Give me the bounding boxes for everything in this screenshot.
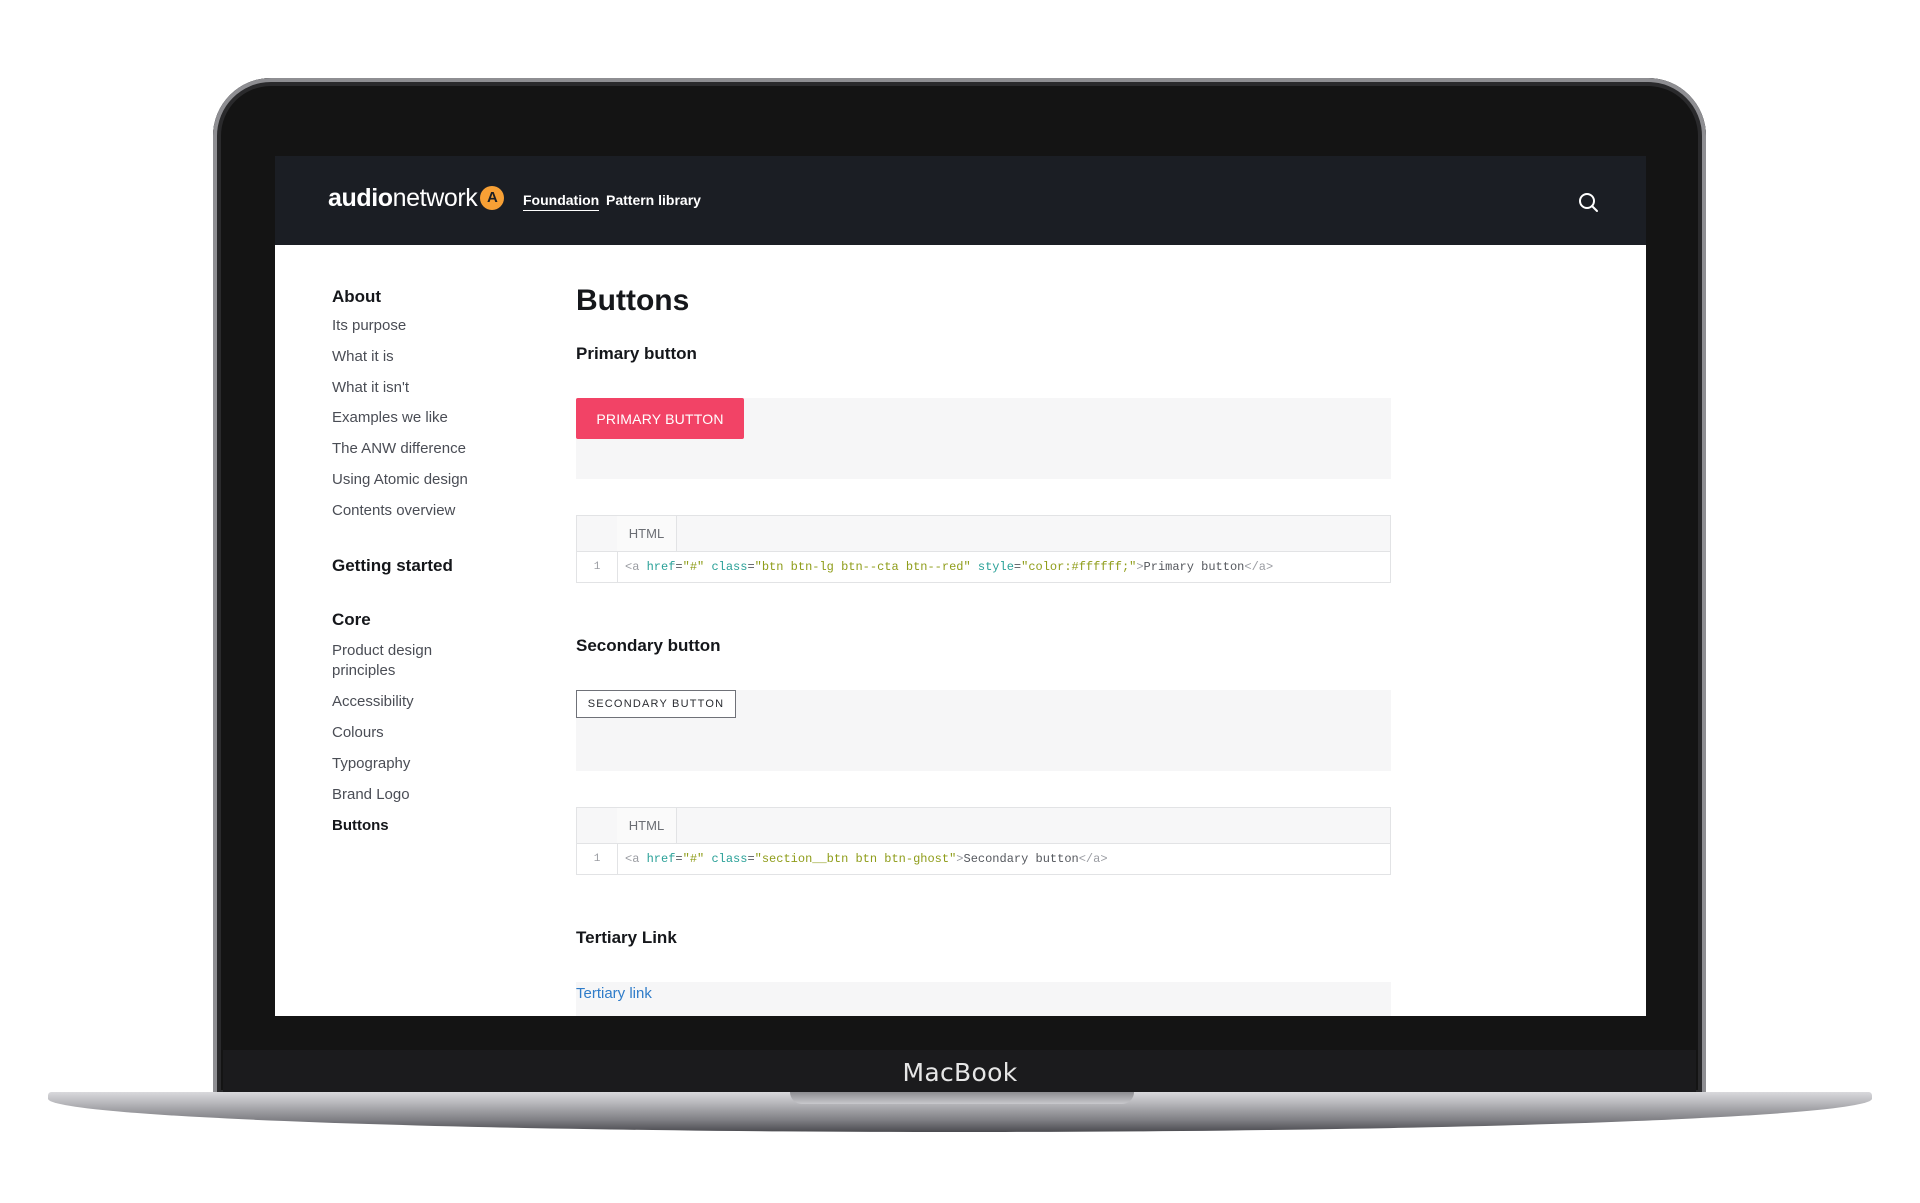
sidebar-item-anw-difference[interactable]: The ANW difference [332, 439, 466, 459]
screen: audio network A Foundation Pattern libra… [275, 156, 1646, 1016]
code-tab-html[interactable]: HTML [617, 516, 677, 551]
section-heading-secondary: Secondary button [576, 636, 721, 655]
code-source: <a href="#" class="btn btn-lg btn--cta b… [625, 552, 1273, 582]
code-token-val: "section__btn btn btn-ghost" [754, 852, 957, 866]
logo-mark-icon: A [480, 186, 505, 210]
sidebar-item-what-it-is[interactable]: What it is [332, 347, 394, 367]
line-number: 1 [577, 844, 618, 874]
code-tab-html[interactable]: HTML [617, 808, 677, 843]
code-line: 1 <a href="#" class="btn btn-lg btn--cta… [577, 552, 1390, 582]
search-button[interactable] [1576, 190, 1600, 214]
code-token-attr: href [646, 852, 676, 866]
page-title: Buttons [576, 284, 690, 317]
code-token-tag: > [956, 852, 964, 866]
sidebar-item-brand-logo[interactable]: Brand Logo [332, 785, 410, 805]
code-token-attr: href [646, 560, 676, 574]
sidebar-heading-getting-started[interactable]: Getting started [332, 556, 453, 576]
nav-pattern-library[interactable]: Pattern library [606, 192, 701, 208]
sidebar-item-contents-overview[interactable]: Contents overview [332, 501, 455, 521]
section-heading-tertiary: Tertiary Link [576, 928, 677, 947]
laptop-notch [790, 1092, 1134, 1104]
code-token-text: = [675, 560, 683, 574]
secondary-button[interactable]: SECONDARY BUTTON [576, 690, 736, 718]
code-token-text: = [675, 852, 683, 866]
code-token-val: "#" [682, 560, 712, 574]
device-label: MacBook [902, 1058, 1018, 1087]
sidebar-item-typography[interactable]: Typography [332, 754, 410, 774]
sidebar-item-atomic-design[interactable]: Using Atomic design [332, 470, 468, 490]
code-tab-bar: HTML [577, 516, 1390, 552]
code-token-tag: <a [625, 852, 647, 866]
code-token-attr: class [711, 560, 748, 574]
secondary-button-demo: SECONDARY BUTTON [576, 690, 1391, 771]
code-tab-bar: HTML [577, 808, 1390, 844]
code-token-attr: style [977, 560, 1014, 574]
sidebar-heading-about[interactable]: About [332, 287, 381, 307]
brand-logo[interactable]: audio network A [328, 178, 505, 218]
tertiary-link-demo: Tertiary link [576, 982, 1391, 1016]
code-token-text: Primary button [1143, 560, 1245, 574]
primary-button[interactable]: PRIMARY BUTTON [576, 398, 744, 439]
sidebar-item-examples[interactable]: Examples we like [332, 408, 448, 428]
primary-button-demo: PRIMARY BUTTON [576, 398, 1391, 479]
primary-code-block: HTML 1 <a href="#" class="btn btn-lg btn… [576, 515, 1391, 583]
search-icon [1579, 193, 1598, 212]
code-token-val: "btn btn-lg btn--cta btn--red" [754, 560, 978, 574]
code-token-tag: </a> [1078, 852, 1108, 866]
tertiary-link[interactable]: Tertiary link [576, 985, 652, 1002]
sidebar-item-buttons[interactable]: Buttons [332, 816, 389, 836]
section-heading-primary: Primary button [576, 344, 697, 363]
code-source: <a href="#" class="section__btn btn btn-… [625, 844, 1108, 874]
logo-text-audio: audio [328, 183, 393, 212]
code-line: 1 <a href="#" class="section__btn btn bt… [577, 844, 1390, 874]
code-token-tag: <a [625, 560, 647, 574]
code-token-text: = [747, 560, 755, 574]
code-token-tag: </a> [1244, 560, 1274, 574]
code-token-attr: class [711, 852, 748, 866]
sidebar-item-colours[interactable]: Colours [332, 723, 384, 743]
top-navigation-bar: audio network A Foundation Pattern libra… [275, 156, 1646, 245]
sidebar-item-its-purpose[interactable]: Its purpose [332, 316, 406, 336]
logo-text-network: network [392, 183, 478, 212]
code-token-val: "#" [682, 852, 712, 866]
code-token-text: Secondary button [963, 852, 1079, 866]
secondary-code-block: HTML 1 <a href="#" class="section__btn b… [576, 807, 1391, 875]
sidebar-item-product-design-principles[interactable]: Product design principles [332, 641, 472, 681]
sidebar-item-accessibility[interactable]: Accessibility [332, 692, 414, 712]
code-token-val: "color:#ffffff;" [1021, 560, 1137, 574]
code-token-tag: > [1136, 560, 1144, 574]
code-token-text: = [747, 852, 755, 866]
sidebar-heading-core[interactable]: Core [332, 610, 371, 630]
nav-foundation[interactable]: Foundation [523, 192, 600, 211]
line-number: 1 [577, 552, 618, 582]
sidebar-item-what-it-isnt[interactable]: What it isn't [332, 378, 409, 398]
